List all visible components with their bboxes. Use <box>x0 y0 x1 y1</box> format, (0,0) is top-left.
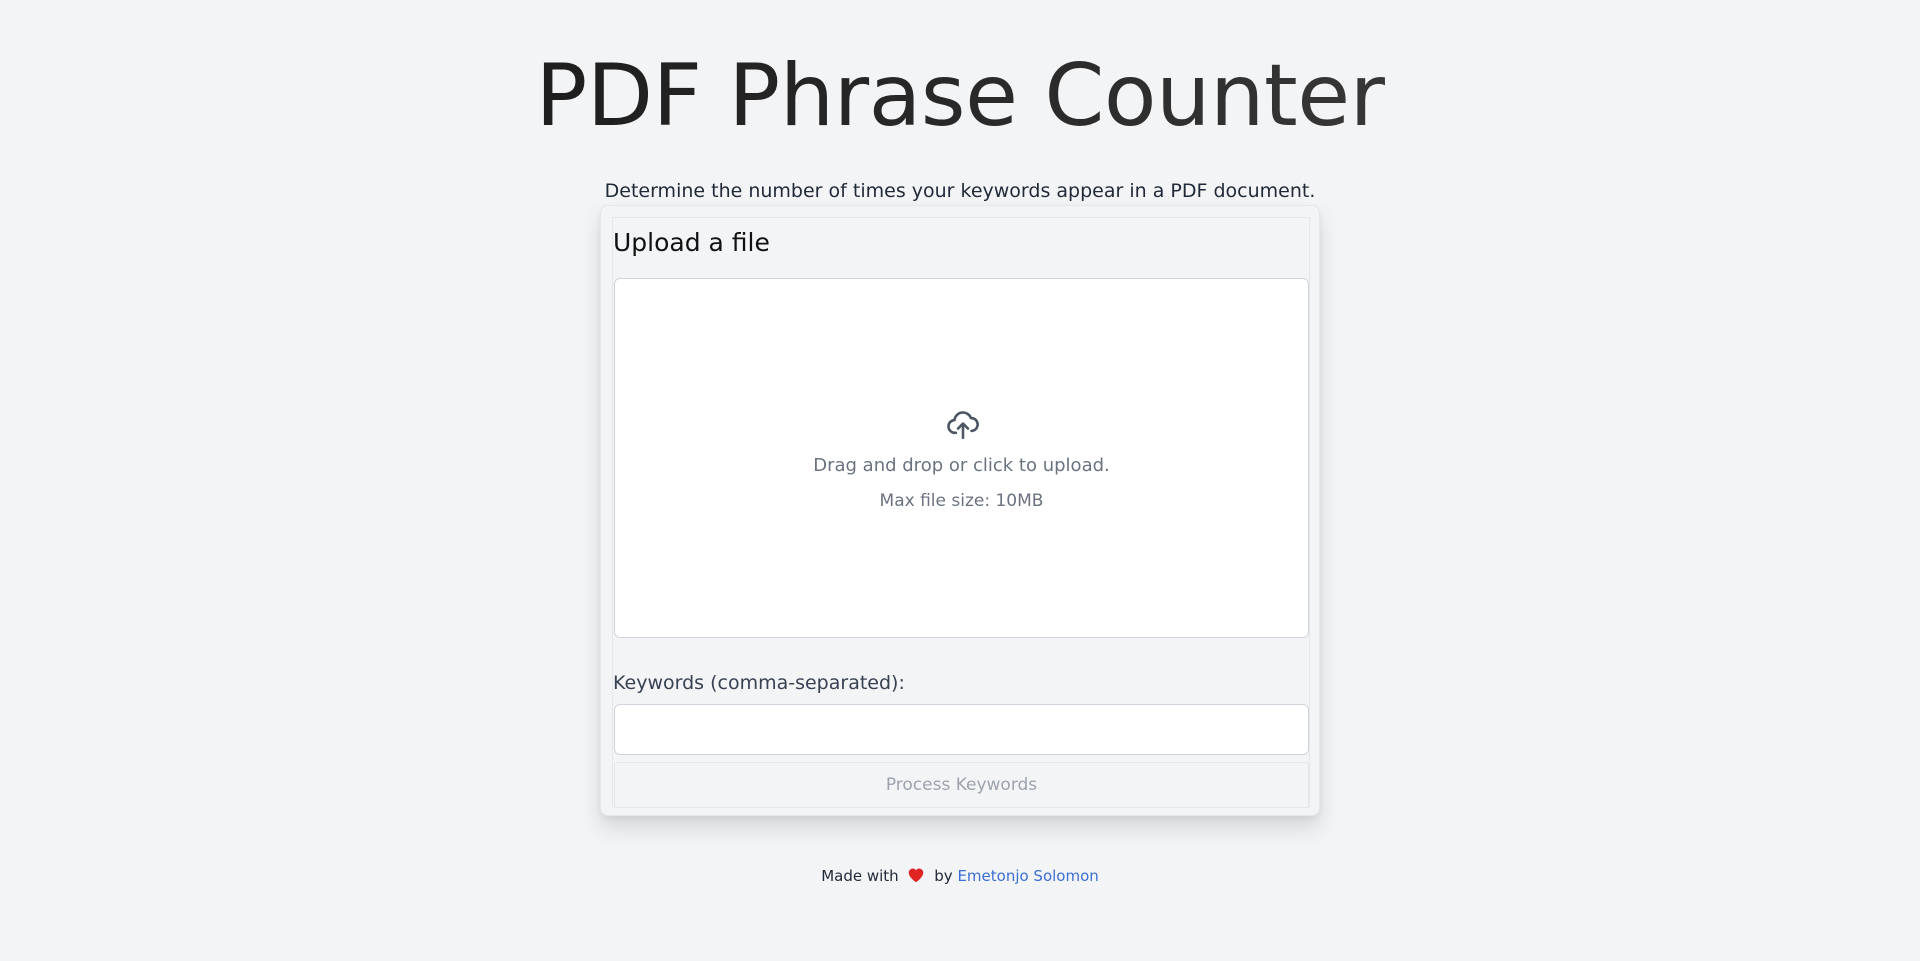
upload-heading: Upload a file <box>613 228 770 257</box>
keywords-label: Keywords (comma-separated): <box>613 672 905 694</box>
upload-form: Upload a file Drag and drop or click to … <box>612 217 1310 808</box>
file-dropzone[interactable]: Drag and drop or click to upload. Max fi… <box>614 278 1309 638</box>
upload-card: Upload a file Drag and drop or click to … <box>600 205 1320 816</box>
footer-made-with: Made with <box>821 867 899 885</box>
cloud-upload-icon <box>947 411 979 440</box>
keywords-input[interactable] <box>614 704 1309 755</box>
dropzone-instructions: Drag and drop or click to upload. <box>813 455 1110 476</box>
page: PDF Phrase Counter Determine the number … <box>0 0 1920 961</box>
page-subtitle: Determine the number of times your keywo… <box>604 180 1316 202</box>
author-link[interactable]: Emetonjo Solomon <box>957 867 1098 885</box>
footer: Made with by Emetonjo Solomon <box>0 865 1920 887</box>
page-title: PDF Phrase Counter <box>0 44 1920 148</box>
footer-by: by <box>934 867 953 885</box>
process-keywords-button[interactable]: Process Keywords <box>614 762 1309 808</box>
heart-icon <box>909 868 924 883</box>
max-file-size-text: Max file size: 10MB <box>879 491 1044 511</box>
